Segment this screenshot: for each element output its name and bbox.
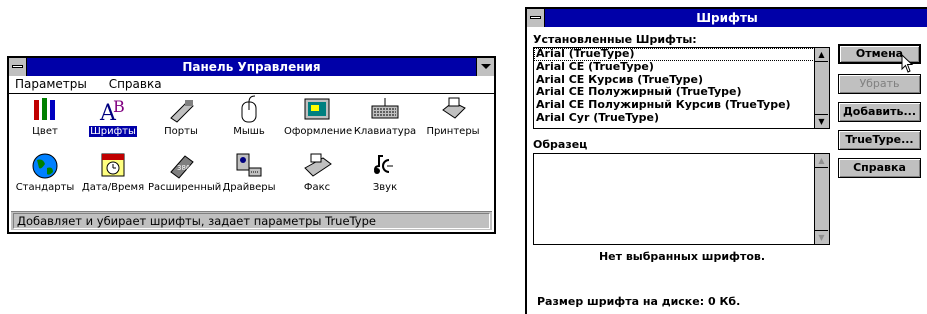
sample-scrollbar: ▲ ▼ [814,154,829,244]
control-panel-menubar: Параметры Справка [9,76,494,94]
international-icon [32,153,58,179]
enhanced-icon: 386 [170,155,194,179]
control-panel-item-label: Клавиатура [353,126,417,137]
control-panel-item[interactable]: Драйверы [215,150,283,193]
control-panel-item[interactable]: Мышь [215,94,283,137]
menu-help[interactable]: Справка [109,77,162,91]
control-panel-item[interactable]: Принтеры [419,94,487,137]
status-text: Добавляет и убирает шрифты, задает парам… [13,213,490,229]
scroll-down-icon: ▼ [815,230,828,244]
cancel-button[interactable]: Отмена [838,44,921,73]
scroll-down-icon[interactable]: ▼ [815,114,828,128]
sample-label: Образец [533,138,588,151]
control-panel-item-label: Мышь [233,126,265,137]
svg-text:B: B [113,97,125,116]
fonts-dialog: Шрифты Установленные Шрифты: Arial (True… [525,7,927,314]
control-panel-item[interactable]: 386 Расширенный [147,150,221,193]
system-menu-icon [12,65,23,68]
fonts-list-scrollbar[interactable]: ▲ ▼ [814,48,829,128]
mouse-icon [241,95,257,123]
control-panel-item[interactable]: Стандарты [11,150,79,193]
add-button[interactable]: Добавить... [838,102,921,122]
control-panel-item-label: Оформление [284,126,353,137]
control-panel-item[interactable]: Дата/Время [79,150,147,193]
sound-icon [374,155,393,174]
no-selection-text: Нет выбранных шрифтов. [598,250,766,263]
fonts-dialog-titlebar[interactable]: Шрифты [527,9,927,27]
keyboard-icon [371,98,399,119]
control-panel-item-label: Расширенный [148,182,222,193]
control-panel-item[interactable]: Звук [351,150,419,193]
status-bar: Добавляет и убирает шрифты, задает парам… [11,211,492,230]
control-panel-item-label: Дата/Время [81,182,145,193]
control-panel-item-label: Факс [303,182,331,193]
font-list-item[interactable]: Arial CE (TrueType) [534,60,829,74]
control-panel-item-label: Принтеры [426,126,480,137]
printers-icon [442,97,466,119]
installed-fonts-list[interactable]: Arial (TrueType) Arial CE (TrueType) Arial… [533,47,830,129]
font-disk-size-text: Размер шрифта на диске: 0 Кб. [537,295,741,308]
sample-box: ▲ ▼ [533,153,830,245]
control-panel-item-label: Стандарты [15,182,75,193]
minimize-button[interactable] [476,58,494,76]
scroll-up-icon[interactable]: ▲ [815,48,828,62]
installed-fonts-label: Установленные Шрифты: [533,33,697,46]
remove-button[interactable]: Убрать [838,74,921,94]
fonts-icon: AB [99,97,125,124]
control-panel-window: Панель Управления Параметры Справка Цвет… [7,56,496,234]
control-panel-title: Панель Управления [182,60,321,74]
fax-icon [304,153,332,177]
control-panel-item[interactable]: Оформление [283,94,353,137]
ports-icon [170,100,194,123]
control-panel-item-label: Звук [372,182,398,193]
drivers-icon [236,153,262,177]
font-list-item[interactable]: Arial (TrueType) [534,47,829,61]
control-panel-item[interactable]: A B Шрифты [79,94,147,137]
control-panel-icons: Цвет A B Шрифты Порты Мышь Оформление Клавиатур… [9,94,494,206]
truetype-button[interactable]: TrueType... [838,130,921,150]
desktop-icon [304,98,330,120]
control-panel-item-label: Шрифты [89,126,137,137]
system-menu-icon [530,16,541,19]
mouse-pointer-icon [901,54,914,73]
cancel-button-label: Отмена [855,47,904,60]
menu-parameters[interactable]: Параметры [15,77,87,91]
scroll-up-icon: ▲ [815,154,828,168]
control-panel-item-label: Цвет [32,126,58,137]
control-panel-item[interactable]: Факс [283,150,351,193]
font-list-item[interactable]: Arial Cyr (TrueType) [534,111,829,125]
control-panel-titlebar[interactable]: Панель Управления [9,58,494,76]
color-icon [34,98,55,120]
fonts-dialog-title: Шрифты [696,11,758,25]
system-menu-button[interactable] [527,9,545,27]
svg-text:386: 386 [177,164,191,172]
control-panel-item[interactable]: Порты [147,94,215,137]
control-panel-item[interactable]: Цвет [11,94,79,137]
help-button[interactable]: Справка [838,158,921,178]
control-panel-item[interactable]: Клавиатура [351,94,419,137]
control-panel-item-label: Драйверы [222,182,276,193]
system-menu-button[interactable] [9,58,27,76]
datetime-icon [101,153,125,177]
control-panel-item-label: Порты [164,126,198,137]
